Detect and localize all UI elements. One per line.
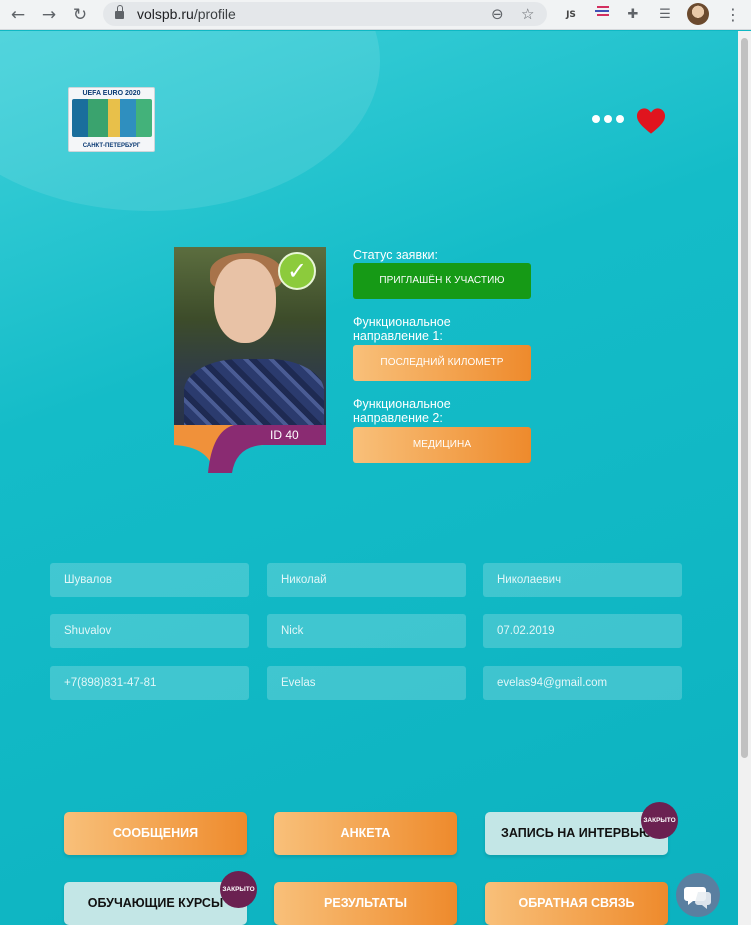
status-badge: ПРИГЛАШЁН К УЧАСТИЮ [353, 263, 531, 299]
profile-id-label: ID 40 [270, 428, 299, 442]
verified-check-icon: ✓ [278, 252, 316, 290]
back-arrow-icon[interactable]: ← [6, 3, 30, 27]
more-options-icon[interactable] [592, 115, 624, 123]
email-field[interactable]: evelas94@gmail.com [483, 666, 682, 700]
logo-artwork [72, 99, 152, 137]
scrollbar-thumb[interactable] [741, 38, 748, 758]
logo-title: UEFA EURO 2020 [82, 90, 141, 97]
interview-closed-badge: ЗАКРЫТО [641, 802, 678, 839]
tab-strip-extension-icon[interactable] [592, 4, 614, 26]
last-name-latin-field[interactable]: Shuvalov [50, 614, 249, 648]
feedback-button[interactable]: ОБРАТНАЯ СВЯЗЬ [485, 882, 668, 925]
media-controls-icon[interactable]: ☰ [654, 4, 676, 26]
courses-closed-badge: ЗАКРЫТО [220, 871, 257, 908]
forward-arrow-icon[interactable]: → [37, 3, 61, 27]
profile-avatar-icon[interactable] [687, 3, 709, 25]
euro-2020-logo[interactable]: UEFA EURO 2020 САНКТ-ПЕТЕРБУРГ [68, 87, 155, 152]
more-menu-icon[interactable]: ⋮ [722, 4, 744, 26]
date-field[interactable]: 07.02.2019 [483, 614, 682, 648]
func-direction-1-label: Функциональное направление 1: [353, 315, 451, 343]
lock-icon[interactable] [115, 5, 124, 19]
username-field[interactable]: Evelas [267, 666, 466, 700]
logo-city: САНКТ-ПЕТЕРБУРГ [82, 143, 141, 149]
puzzle-extensions-icon[interactable]: ✚ [622, 4, 644, 26]
last-name-field[interactable]: Шувалов [50, 563, 249, 597]
chat-icon[interactable] [676, 873, 720, 917]
profile-page [0, 31, 738, 925]
heart-icon[interactable] [636, 107, 666, 135]
bookmark-star-icon[interactable]: ☆ [521, 2, 534, 26]
first-name-field[interactable]: Николай [267, 563, 466, 597]
phone-field[interactable]: +7(898)831-47-81 [50, 666, 249, 700]
url-text[interactable]: volspb.ru/profile [137, 2, 236, 26]
address-bar[interactable]: volspb.ru/profile ⊖ ☆ [103, 2, 547, 26]
results-button[interactable]: РЕЗУЛЬТАТЫ [274, 882, 457, 925]
reload-icon[interactable]: ↻ [68, 3, 92, 27]
zoom-icon[interactable]: ⊖ [491, 2, 504, 26]
middle-name-field[interactable]: Николаевич [483, 563, 682, 597]
js-extension-icon[interactable]: JS [560, 4, 582, 26]
questionnaire-button[interactable]: АНКЕТА [274, 812, 457, 855]
browser-toolbar: ← → ↻ volspb.ru/profile ⊖ ☆ JS ✚ ☰ ⋮ [0, 0, 751, 30]
func-direction-2-badge: МЕДИЦИНА [353, 427, 531, 463]
func-direction-2-label: Функциональное направление 2: [353, 397, 451, 425]
func-direction-1-badge: ПОСЛЕДНИЙ КИЛОМЕТР [353, 345, 531, 381]
messages-button[interactable]: СООБЩЕНИЯ [64, 812, 247, 855]
first-name-latin-field[interactable]: Nick [267, 614, 466, 648]
status-label: Статус заявки: [353, 248, 439, 262]
